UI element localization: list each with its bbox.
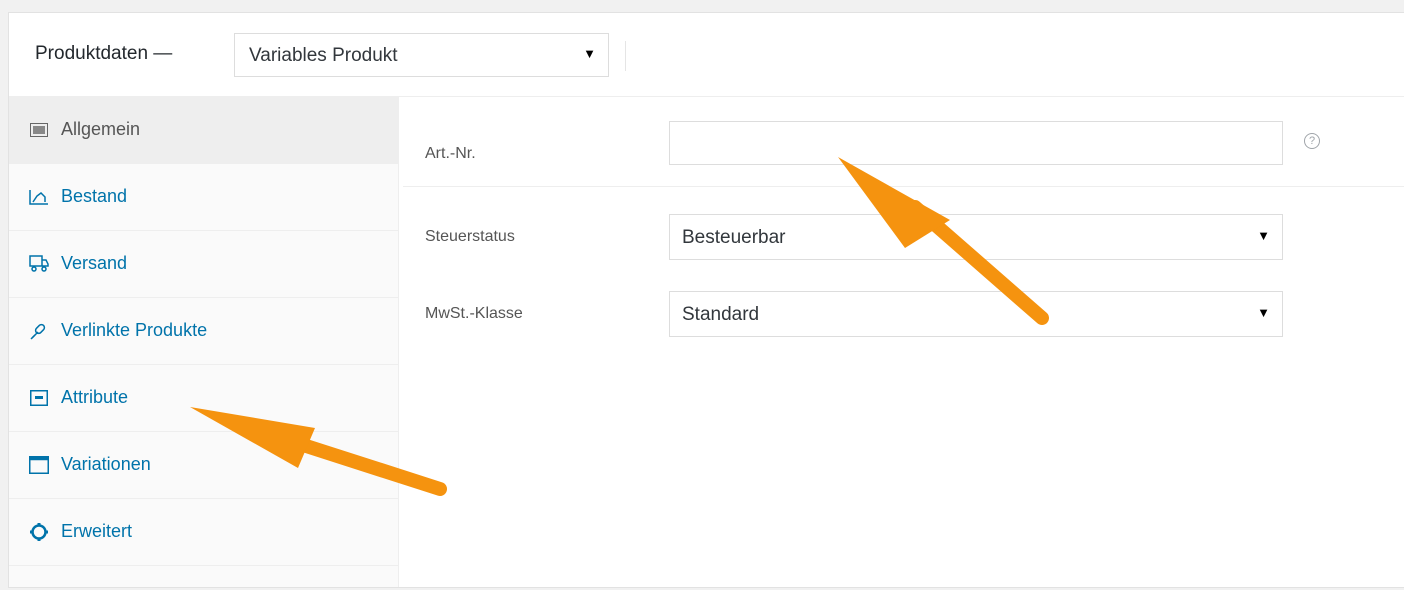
tax-class-label: MwSt.-Klasse <box>425 305 523 322</box>
gear-icon <box>29 522 49 542</box>
tax-class-value: Standard <box>682 304 760 325</box>
shipping-icon <box>29 254 49 274</box>
chevron-down-icon: ▼ <box>1257 228 1270 243</box>
tax-status-value: Besteuerbar <box>682 227 786 248</box>
tab-erweitert[interactable]: Erweitert <box>9 499 398 566</box>
tab-verlinkte-produkte[interactable]: Verlinkte Produkte <box>9 298 398 365</box>
chevron-down-icon: ▼ <box>1257 305 1270 320</box>
tab-label: Erweitert <box>61 521 133 541</box>
sku-input[interactable] <box>669 121 1283 165</box>
tab-versand[interactable]: Versand <box>9 231 398 298</box>
tax-status-select[interactable]: Besteuerbar ▼ <box>669 214 1283 260</box>
help-icon[interactable]: ? <box>1304 133 1320 149</box>
attribute-icon <box>29 388 49 408</box>
tab-allgemein[interactable]: Allgemein <box>9 97 398 164</box>
product-type-select[interactable]: Variables Produkt ▼ <box>234 33 609 77</box>
inventory-icon <box>29 187 49 207</box>
tab-label: Attribute <box>61 387 129 407</box>
tab-label: Allgemein <box>61 119 141 139</box>
tab-label: Verlinkte Produkte <box>61 320 208 340</box>
tab-label: Variationen <box>61 454 151 474</box>
tab-variationen[interactable]: Variationen <box>9 432 398 499</box>
tab-label: Versand <box>61 253 128 273</box>
panel-title: Produktdaten — <box>35 43 173 64</box>
general-icon <box>29 120 49 140</box>
tax-class-select[interactable]: Standard ▼ <box>669 291 1283 337</box>
product-data-main: Art.-Nr. ? Steuerstatus Besteuerbar ▼ Mw… <box>399 97 1404 587</box>
tab-bestand[interactable]: Bestand <box>9 164 398 231</box>
product-data-tabs: Allgemein Bestand Versand Verlinkte Prod… <box>9 97 399 587</box>
variations-icon <box>29 455 49 475</box>
product-data-panel: Produktdaten — Variables Produkt ▼ Allge… <box>8 12 1404 588</box>
panel-header: Produktdaten — Variables Produkt ▼ <box>9 13 1404 97</box>
link-icon <box>29 321 49 341</box>
tab-label: Bestand <box>61 186 128 206</box>
chevron-down-icon: ▼ <box>583 46 596 61</box>
product-type-value: Variables Produkt <box>249 45 398 66</box>
tab-attribute[interactable]: Attribute <box>9 365 398 432</box>
tax-status-label: Steuerstatus <box>425 228 515 245</box>
header-divider <box>625 41 626 71</box>
sku-label: Art.-Nr. <box>425 145 476 162</box>
section-divider <box>403 186 1404 187</box>
